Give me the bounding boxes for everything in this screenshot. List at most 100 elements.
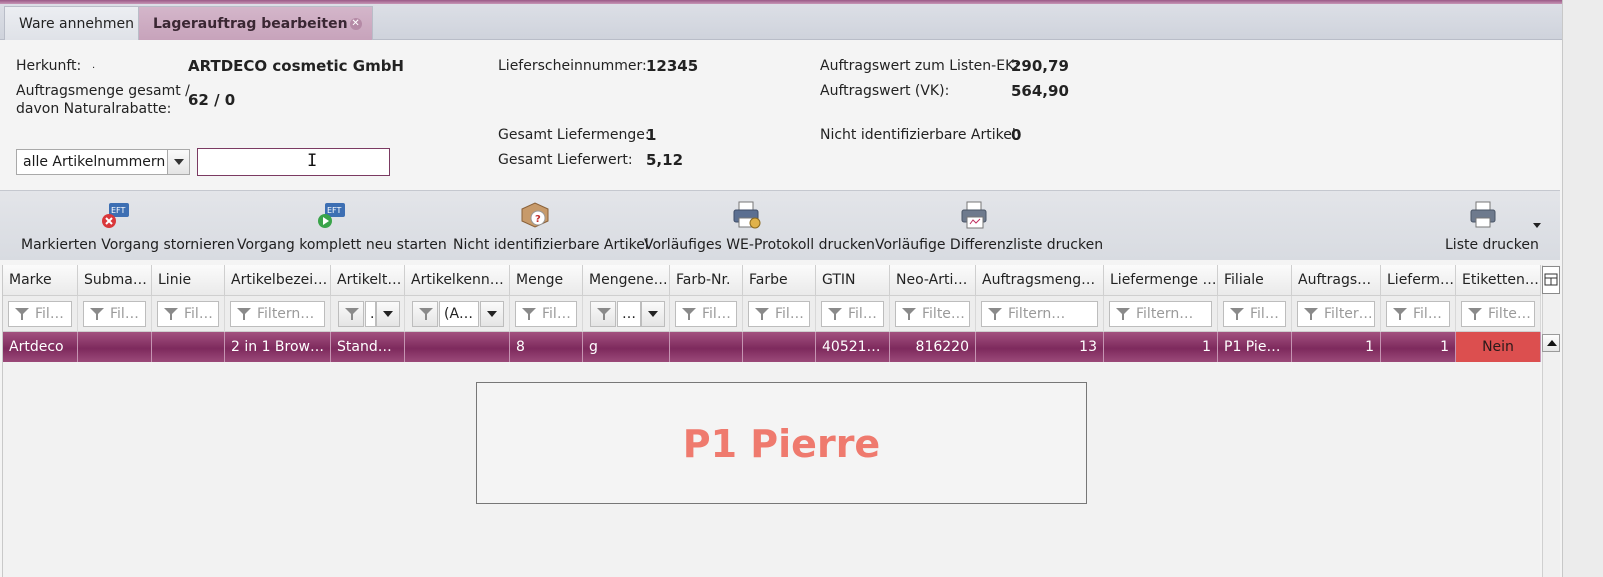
tab-lagerauftrag-bearbeiten[interactable]: Lagerauftrag bearbeiten ✕ xyxy=(138,6,373,40)
differenzliste-button[interactable]: Vorläufige Differenzliste drucken xyxy=(875,191,1103,261)
cell-filiale[interactable]: P1 Pierre xyxy=(1218,332,1292,362)
cell-mengeneinheit[interactable]: g xyxy=(583,332,670,362)
chevron-down-icon[interactable] xyxy=(1533,223,1541,228)
cell-auftragsmenge-filiale[interactable]: 1 xyxy=(1292,332,1381,362)
column-filter-input[interactable]: Filtern… xyxy=(1109,301,1212,327)
column-filter-input[interactable]: Fil… xyxy=(8,301,72,327)
liste-drucken-button[interactable]: Liste drucken xyxy=(1445,191,1545,261)
printer-icon xyxy=(961,201,987,229)
tab-label: Lagerauftrag bearbeiten xyxy=(153,16,348,32)
cell-auftragsmenge[interactable]: 13 xyxy=(976,332,1104,362)
filter-cell: Fil… xyxy=(1218,296,1292,332)
filter-placeholder: Fil… xyxy=(848,306,877,322)
column-filter-input[interactable]: Filtern… xyxy=(981,301,1098,327)
column-filter-input[interactable]: Fil… xyxy=(83,301,146,327)
cell-etikettendruck[interactable]: Nein xyxy=(1456,332,1541,362)
filter-placeholder: … xyxy=(622,306,636,322)
cell-farb-nr[interactable] xyxy=(670,332,743,362)
column-header[interactable]: Liefermenge g… xyxy=(1104,265,1218,296)
herkunft-value: ARTDECO cosmetic GmbH xyxy=(188,57,404,75)
column-header[interactable]: Filiale xyxy=(1218,265,1292,296)
filter-placeholder: Fil… xyxy=(1250,306,1279,322)
column-filter-input[interactable]: Filter… xyxy=(1297,301,1375,327)
filter-mode-button[interactable] xyxy=(338,301,364,327)
column-filter-input[interactable]: Fil… xyxy=(675,301,737,327)
column-chooser-icon[interactable] xyxy=(1542,266,1560,294)
column-filter-input[interactable]: Filte… xyxy=(1461,301,1535,327)
cell-menge[interactable]: 8 xyxy=(510,332,583,362)
filter-mode-button[interactable] xyxy=(590,301,616,327)
close-icon[interactable]: ✕ xyxy=(349,18,362,30)
tab-label: Ware annehmen xyxy=(19,16,134,32)
filter-cell: Fil… xyxy=(1381,296,1456,332)
cell-marke[interactable]: Artdeco xyxy=(3,332,78,362)
tab-bar: Ware annehmen Lagerauftrag bearbeiten ✕ xyxy=(0,4,1590,40)
cell-gtin[interactable]: 405213… xyxy=(816,332,890,362)
column-filter-input[interactable]: Fil… xyxy=(821,301,884,327)
filter-cell: . xyxy=(331,296,405,332)
column-filter-input[interactable]: Fil… xyxy=(157,301,219,327)
chevron-down-icon[interactable] xyxy=(480,301,504,327)
column-header[interactable]: Etikettend… xyxy=(1456,265,1541,296)
column-filter-input[interactable]: Fil… xyxy=(1386,301,1450,327)
column-filter-input[interactable]: … xyxy=(617,301,641,327)
column-header[interactable]: Mengenei… xyxy=(583,265,670,296)
column-filter-input[interactable]: Fil… xyxy=(1223,301,1286,327)
storno-button[interactable]: EFT Markierten Vorgang stornieren xyxy=(21,191,235,261)
filter-placeholder: Filtern… xyxy=(1136,306,1194,322)
column-filter-input[interactable]: Filte… xyxy=(895,301,970,327)
column-header[interactable]: Artikeltyp xyxy=(331,265,405,296)
artikel-search-input[interactable] xyxy=(197,148,390,176)
cell-artikelkennzeichen[interactable] xyxy=(405,332,510,362)
cell-liefermenge-filiale[interactable]: 1 xyxy=(1381,332,1456,362)
neu-starten-button[interactable]: EFT Vorgang komplett neu starten xyxy=(237,191,447,261)
column-filter-input[interactable]: (A… xyxy=(439,301,479,327)
nicht-ident-button[interactable]: ? Nicht identifizierbare Artikel xyxy=(453,191,649,261)
gesamt-liefermenge-label: Gesamt Liefermenge: xyxy=(498,127,650,143)
chevron-down-icon[interactable] xyxy=(167,150,189,174)
column-filter-input[interactable]: Filtern… xyxy=(230,301,325,327)
column-header[interactable]: GTIN xyxy=(816,265,890,296)
column-header[interactable]: Auftragsm… xyxy=(1292,265,1381,296)
vertical-scrollbar[interactable] xyxy=(1542,265,1560,577)
vk-label: Auftragswert (VK): xyxy=(820,83,950,99)
column-header[interactable]: Linie xyxy=(152,265,225,296)
gesamt-lieferwert-value: 5,12 xyxy=(646,151,684,169)
cell-artikeltyp[interactable]: Standard xyxy=(331,332,405,362)
cell-linie[interactable] xyxy=(152,332,225,362)
cell-farbe[interactable] xyxy=(743,332,816,362)
chevron-down-icon[interactable] xyxy=(376,301,400,327)
filter-icon xyxy=(345,308,359,320)
column-header[interactable]: Menge xyxy=(510,265,583,296)
column-header[interactable]: Auftragsmenge … xyxy=(976,265,1104,296)
cell-neo-artikelnummer[interactable]: 816220 xyxy=(890,332,976,362)
column-header[interactable]: Marke xyxy=(3,265,78,296)
filter-icon xyxy=(1116,308,1130,320)
restart-transaction-icon: EFT xyxy=(318,203,345,228)
column-filter-input[interactable]: Fil… xyxy=(515,301,577,327)
grid-header-row: Marke Submarke Linie Artikelbezeic… Arti… xyxy=(3,265,1541,296)
filter-cell: Fil… xyxy=(816,296,890,332)
column-header[interactable]: Farb-Nr. xyxy=(670,265,743,296)
column-filter-input[interactable]: . xyxy=(365,301,376,327)
table-row[interactable]: Artdeco 2 in 1 Brow … Standard 8 g 40521… xyxy=(3,332,1541,362)
column-filter-input[interactable]: Fil… xyxy=(748,301,810,327)
column-header[interactable]: Submarke xyxy=(78,265,152,296)
cell-submarke[interactable] xyxy=(78,332,152,362)
cell-artikelbezeichnung[interactable]: 2 in 1 Brow … xyxy=(225,332,331,362)
filter-icon xyxy=(522,308,536,320)
artikelnummer-select[interactable]: alle Artikelnummern xyxy=(16,149,190,175)
tab-ware-annehmen[interactable]: Ware annehmen xyxy=(4,6,149,40)
column-header[interactable]: Lieferm… xyxy=(1381,265,1456,296)
filter-icon xyxy=(419,308,433,320)
we-protokoll-button[interactable]: Vorläufiges WE-Protokoll drucken xyxy=(644,191,875,261)
chevron-down-icon[interactable] xyxy=(641,301,665,327)
cell-liefermenge[interactable]: 1 xyxy=(1104,332,1218,362)
filter-mode-button[interactable] xyxy=(412,301,438,327)
scroll-up-button[interactable] xyxy=(1542,334,1560,352)
column-header[interactable]: Neo-Artik… xyxy=(890,265,976,296)
column-header[interactable]: Artikelbezeic… xyxy=(225,265,331,296)
filter-cell: … xyxy=(583,296,670,332)
column-header[interactable]: Farbe xyxy=(743,265,816,296)
column-header[interactable]: Artikelkennz… xyxy=(405,265,510,296)
